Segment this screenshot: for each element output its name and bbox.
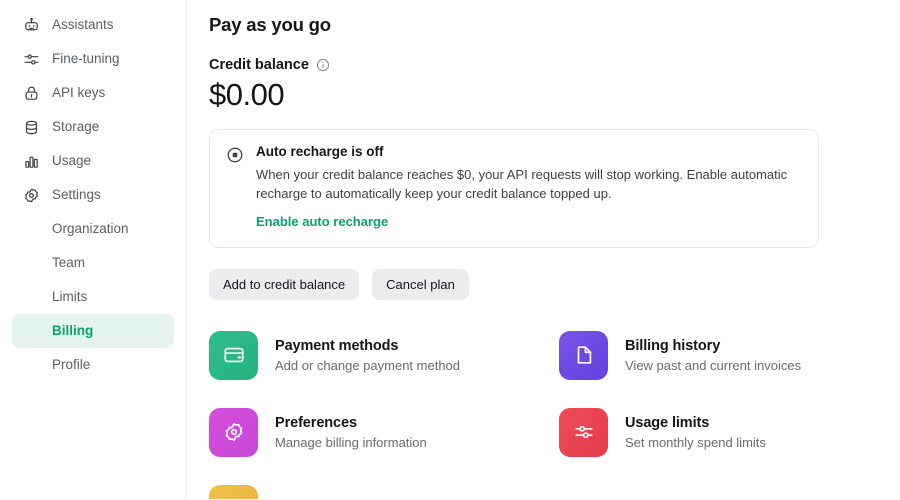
auto-recharge-alert-title: Auto recharge is off	[256, 143, 384, 159]
stop-circle-icon	[226, 146, 244, 164]
sidebar-item-limits[interactable]: Limits	[12, 280, 174, 314]
tile-payment-methods[interactable]: Payment methods Add or change payment me…	[209, 330, 559, 380]
sidebar-item-label: Billing	[52, 323, 94, 339]
sliders-icon	[22, 50, 40, 68]
database-icon	[22, 118, 40, 136]
tile-subtitle: View past and current invoices	[625, 357, 802, 373]
sidebar-item-label: Fine-tuning	[52, 51, 120, 67]
tile-partial-below-fold[interactable]	[209, 484, 876, 499]
document-icon	[559, 330, 608, 380]
sidebar-item-billing[interactable]: Billing	[12, 314, 174, 348]
page-title: Pay as you go	[209, 14, 331, 35]
gear-icon	[22, 186, 40, 204]
tile-text: Usage limits Set monthly spend limits	[625, 415, 766, 450]
partial-tile-icon	[209, 484, 258, 499]
enable-auto-recharge-link[interactable]: Enable auto recharge	[256, 214, 388, 229]
sidebar-item-team[interactable]: Team	[12, 246, 174, 280]
tile-text: Billing history View past and current in…	[625, 338, 801, 373]
tile-title: Preferences	[275, 414, 357, 431]
tile-text: Payment methods Add or change payment me…	[275, 338, 460, 373]
tile-subtitle: Manage billing information	[275, 434, 427, 450]
main-content: Pay as you go Credit balance $0.00 Auto …	[187, 0, 900, 500]
sidebar-item-label: Profile	[52, 357, 91, 373]
billing-tile-grid: Payment methods Add or change payment me…	[209, 330, 876, 457]
credit-balance-amount: $0.00	[209, 77, 285, 112]
robot-icon	[22, 16, 40, 34]
sidebar-item-label: Organization	[52, 221, 129, 237]
sidebar-item-label: Assistants	[52, 17, 114, 33]
credit-balance-header: Credit balance	[209, 57, 876, 73]
auto-recharge-alert-body: Auto recharge is off When your credit ba…	[256, 144, 802, 231]
tile-title: Usage limits	[625, 414, 710, 431]
sidebar-item-organization[interactable]: Organization	[12, 212, 174, 246]
auto-recharge-alert-text: When your credit balance reaches $0, you…	[256, 166, 788, 202]
tile-subtitle: Set monthly spend limits	[625, 434, 766, 450]
tile-billing-history[interactable]: Billing history View past and current in…	[559, 330, 900, 380]
tile-subtitle: Add or change payment method	[275, 357, 461, 373]
auto-recharge-alert: Auto recharge is off When your credit ba…	[209, 128, 819, 248]
sidebar-item-label: Settings	[52, 187, 101, 203]
sidebar-item-fine-tuning[interactable]: Fine-tuning	[12, 42, 174, 76]
sidebar-item-label: Team	[52, 255, 86, 271]
info-icon[interactable]	[316, 58, 330, 72]
sidebar-item-assistants[interactable]: Assistants	[12, 8, 174, 42]
gear-icon	[209, 407, 258, 457]
billing-action-buttons: Add to credit balance Cancel plan	[209, 268, 876, 300]
tile-preferences[interactable]: Preferences Manage billing information	[209, 407, 559, 457]
sidebar-item-label: Usage	[52, 153, 92, 169]
sidebar-item-usage[interactable]: Usage	[12, 144, 174, 178]
credit-card-icon	[209, 330, 258, 380]
credit-balance-label: Credit balance	[209, 57, 309, 73]
cancel-plan-button[interactable]: Cancel plan	[372, 268, 469, 300]
sidebar-item-label: API keys	[52, 85, 106, 101]
tile-usage-limits[interactable]: Usage limits Set monthly spend limits	[559, 407, 900, 457]
sidebar-item-settings[interactable]: Settings	[12, 178, 174, 212]
sidebar-item-label: Limits	[52, 289, 88, 305]
tile-text: Preferences Manage billing information	[275, 415, 427, 450]
sidebar: Assistants Fine-tuning API keys Storage …	[0, 0, 187, 500]
billing-settings-page: Assistants Fine-tuning API keys Storage …	[0, 0, 900, 500]
sidebar-item-api-keys[interactable]: API keys	[12, 76, 174, 110]
bar-chart-icon	[22, 152, 40, 170]
tile-title: Billing history	[625, 337, 721, 354]
sidebar-item-profile[interactable]: Profile	[12, 348, 174, 382]
tile-title: Payment methods	[275, 337, 399, 354]
sidebar-item-label: Storage	[52, 119, 100, 135]
add-to-credit-balance-button[interactable]: Add to credit balance	[209, 268, 360, 300]
sliders-icon	[559, 407, 608, 457]
sidebar-item-storage[interactable]: Storage	[12, 110, 174, 144]
lock-icon	[22, 84, 40, 102]
